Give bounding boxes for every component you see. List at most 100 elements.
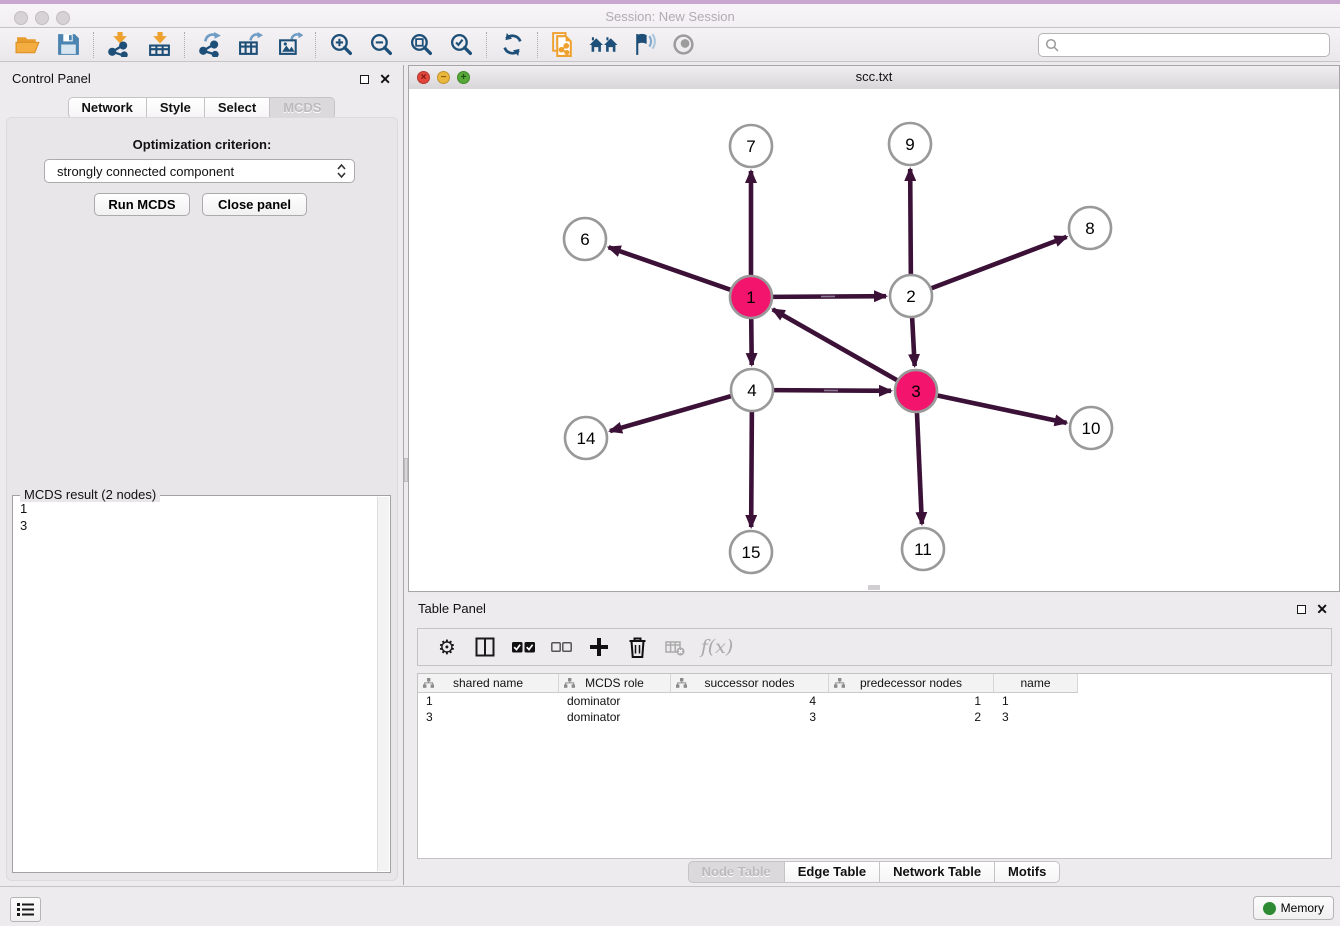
import-network-button[interactable] <box>99 30 139 60</box>
graph-edge-4-15[interactable] <box>751 409 752 527</box>
statusbar: Memory <box>0 886 1340 926</box>
close-panel-button[interactable]: Close panel <box>202 193 307 216</box>
table-cell[interactable]: dominator <box>559 694 671 708</box>
network-window-zoom-button[interactable]: + <box>457 71 470 84</box>
column-header-successor-nodes[interactable]: successor nodes <box>671 674 829 693</box>
task-history-button[interactable] <box>10 897 41 922</box>
dropdown-value: strongly connected component <box>57 164 336 179</box>
column-header-predecessor-nodes[interactable]: predecessor nodes <box>829 674 994 693</box>
graph-edge-2-8[interactable] <box>929 237 1067 289</box>
refresh-view-button[interactable] <box>492 30 532 60</box>
graph-edge-3-11[interactable] <box>917 410 922 524</box>
memory-label: Memory <box>1281 901 1324 915</box>
control-panel-buttons: ✕ <box>360 72 391 86</box>
home-button[interactable] <box>583 30 623 60</box>
mcds-result-line: 3 <box>20 517 371 534</box>
table-cell[interactable]: 3 <box>418 710 559 724</box>
table-row[interactable]: 1dominator411 <box>418 693 1331 709</box>
tab-style[interactable]: Style <box>146 97 205 119</box>
network-canvas[interactable]: 7968124314101511 <box>409 89 1339 591</box>
optimization-criterion-label: Optimization criterion: <box>7 137 397 152</box>
zoom-out-icon <box>369 32 394 57</box>
new-network-file-button[interactable] <box>543 30 583 60</box>
graph-node-label: 7 <box>746 137 755 156</box>
column-header-shared-name[interactable]: shared name <box>418 674 559 693</box>
main-toolbar <box>0 28 1340 62</box>
close-table-panel-button[interactable]: ✕ <box>1316 602 1328 616</box>
export-network-button[interactable] <box>190 30 230 60</box>
graph-edge-2-3[interactable] <box>912 315 915 366</box>
mcds-result-list[interactable]: 13 <box>15 498 376 870</box>
deselect-all-button[interactable] <box>542 631 580 663</box>
graph-edge-4-14[interactable] <box>610 395 734 431</box>
zoom-selected-button[interactable] <box>441 30 481 60</box>
table-cell[interactable]: 1 <box>994 694 1078 708</box>
graph-edge-1-4[interactable] <box>751 316 752 365</box>
search-input[interactable] <box>1063 36 1323 53</box>
graph-edge-1-6[interactable] <box>609 247 733 290</box>
graph-node-label: 4 <box>747 381 756 400</box>
graph-edge-3-10[interactable] <box>935 395 1067 423</box>
zoom-in-button[interactable] <box>321 30 361 60</box>
table-options-button[interactable]: ⚙ <box>428 631 466 663</box>
tab-mcds[interactable]: MCDS <box>269 97 335 119</box>
function-builder-button[interactable]: f(x) <box>694 631 740 663</box>
delete-column-button[interactable] <box>618 631 656 663</box>
deselect-all-icon <box>551 642 572 653</box>
stepper-arrows-icon <box>336 164 347 178</box>
delete-table-button[interactable] <box>656 631 694 663</box>
export-image-button[interactable] <box>270 30 310 60</box>
column-type-icon <box>423 678 434 688</box>
tab-node-table[interactable]: Node Table <box>688 861 785 883</box>
column-header-mcds-role[interactable]: MCDS role <box>559 674 671 693</box>
graph-edge-2-9[interactable] <box>910 169 911 277</box>
float-table-panel-button[interactable] <box>1297 605 1306 614</box>
list-icon <box>17 902 34 917</box>
network-window-close-button[interactable]: × <box>417 71 430 84</box>
table-panel-tabs: Node TableEdge TableNetwork TableMotifs <box>408 861 1340 883</box>
graph-edge-3-1[interactable] <box>773 309 900 381</box>
hide-graphics-details-button[interactable] <box>623 30 663 60</box>
show-column-button[interactable] <box>466 631 504 663</box>
zoom-out-button[interactable] <box>361 30 401 60</box>
table-cell[interactable]: 2 <box>829 710 994 724</box>
column-header-name[interactable]: name <box>994 674 1078 693</box>
flag-icon <box>631 32 656 57</box>
tab-edge-table[interactable]: Edge Table <box>784 861 880 883</box>
tab-network[interactable]: Network <box>68 97 147 119</box>
export-table-button[interactable] <box>230 30 270 60</box>
table-cell[interactable]: 3 <box>671 710 829 724</box>
network-window-minimize-button[interactable]: − <box>437 71 450 84</box>
graph-node-label: 8 <box>1085 219 1094 238</box>
toolbar-separator <box>486 32 487 58</box>
memory-button[interactable]: Memory <box>1253 896 1334 920</box>
table-cell[interactable]: 3 <box>994 710 1078 724</box>
open-session-button[interactable] <box>8 30 48 60</box>
network-graph: 7968124314101511 <box>409 89 1339 591</box>
tab-select[interactable]: Select <box>204 97 270 119</box>
import-table-button[interactable] <box>139 30 179 60</box>
table-cell[interactable]: 1 <box>418 694 559 708</box>
float-panel-button[interactable] <box>360 75 369 84</box>
show-graphics-details-button[interactable] <box>663 30 703 60</box>
add-column-button[interactable] <box>580 631 618 663</box>
optimization-criterion-select[interactable]: strongly connected component <box>44 159 355 183</box>
mcds-result-scrollbar[interactable] <box>377 497 389 871</box>
import-network-icon <box>107 32 132 57</box>
search-field[interactable] <box>1038 33 1330 57</box>
plus-icon <box>590 638 608 656</box>
table-row[interactable]: 3dominator323 <box>418 709 1331 725</box>
network-view-window: × − + scc.txt 7968124314101511 <box>408 65 1340 592</box>
table-cell[interactable]: 4 <box>671 694 829 708</box>
close-panel-icon-button[interactable]: ✕ <box>379 72 391 86</box>
table-cell[interactable]: 1 <box>829 694 994 708</box>
canvas-resize-grip[interactable] <box>868 585 880 590</box>
select-all-button[interactable] <box>504 631 542 663</box>
run-mcds-button[interactable]: Run MCDS <box>94 193 190 216</box>
save-session-button[interactable] <box>48 30 88 60</box>
graph-node-label: 9 <box>905 135 914 154</box>
tab-motifs[interactable]: Motifs <box>994 861 1060 883</box>
table-cell[interactable]: dominator <box>559 710 671 724</box>
zoom-fit-button[interactable] <box>401 30 441 60</box>
tab-network-table[interactable]: Network Table <box>879 861 995 883</box>
